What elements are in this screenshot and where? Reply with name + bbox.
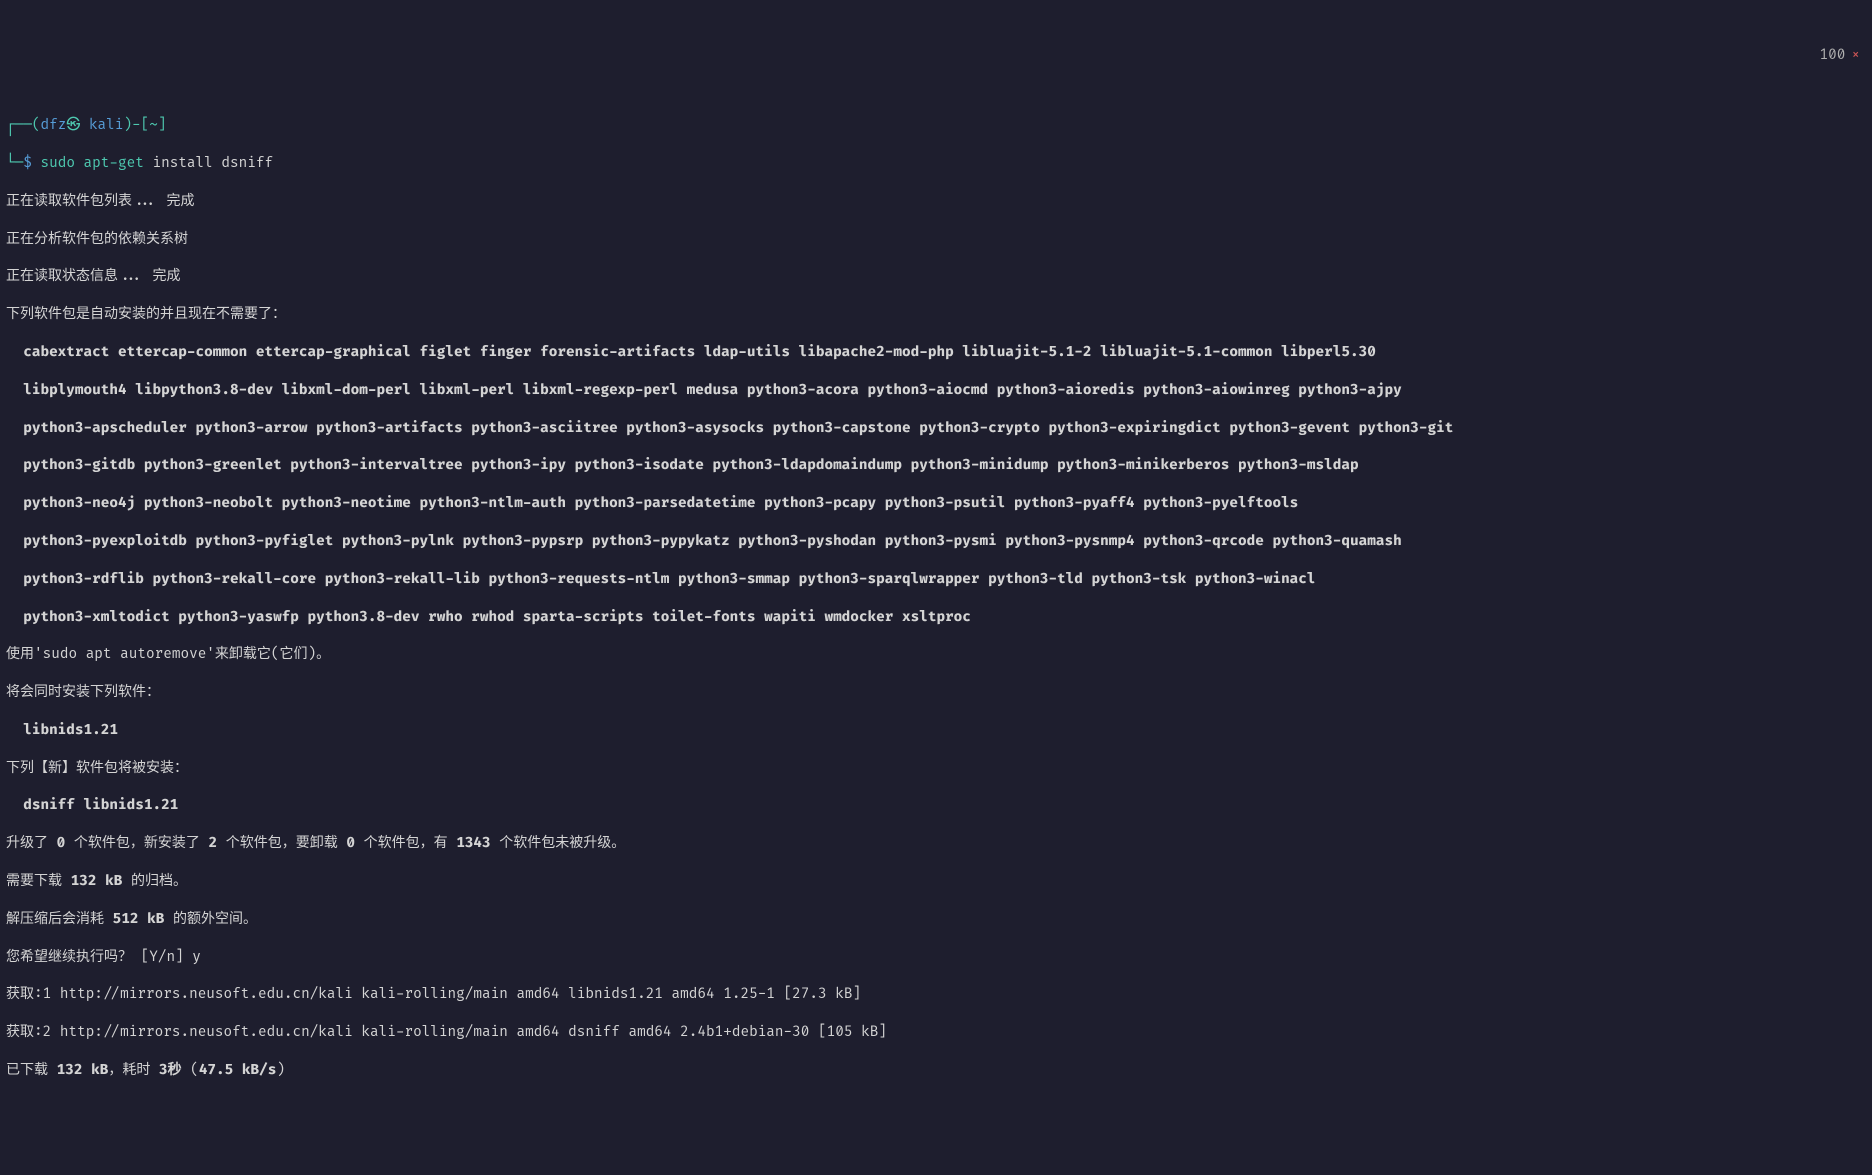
output-reading-pkg-list: 正在读取软件包列表... 完成 xyxy=(6,193,1866,212)
output-pkg-list: cabextract ettercap-common ettercap-grap… xyxy=(6,344,1866,363)
prompt-path: ~ xyxy=(149,117,158,134)
output-pkg-list: python3-rdflib python3-rekall-core pytho… xyxy=(6,571,1866,590)
output-pkg-list: python3-pyexploitdb python3-pyfiglet pyt… xyxy=(6,533,1866,552)
output-downloaded: 已下载 132 kB，耗时 3秒 (47.5 kB/s) xyxy=(6,1062,1866,1081)
output-also-install-pkgs: libnids1.21 xyxy=(6,722,1866,741)
output-new-install-header: 下列【新】软件包将被安装： xyxy=(6,760,1866,779)
output-confirm-prompt[interactable]: 您希望继续执行吗？ [Y/n] y xyxy=(6,949,1866,968)
output-pkg-list: python3-gitdb python3-greenlet python3-i… xyxy=(6,457,1866,476)
output-upgrade-summary: 升级了 0 个软件包，新安装了 2 个软件包，要卸载 0 个软件包，有 1343… xyxy=(6,835,1866,854)
output-get-2: 获取:2 http://mirrors.neusoft.edu.cn/kali … xyxy=(6,1024,1866,1043)
prompt-line-2[interactable]: └─$ sudo apt-get install dsniff xyxy=(6,155,1866,174)
output-get-1: 获取:1 http://mirrors.neusoft.edu.cn/kali … xyxy=(6,986,1866,1005)
close-icon[interactable]: × xyxy=(1851,47,1860,64)
output-reading-state: 正在读取状态信息... 完成 xyxy=(6,268,1866,287)
output-pkg-list: python3-neo4j python3-neobolt python3-ne… xyxy=(6,495,1866,514)
prompt-host: kali xyxy=(80,117,123,134)
output-after-extract: 解压缩后会消耗 512 kB 的额外空间。 xyxy=(6,911,1866,930)
output-pkg-list: libplymouth4 libpython3.8-dev libxml-dom… xyxy=(6,382,1866,401)
status-number: 100 xyxy=(1820,47,1846,64)
output-pkg-list: python3-apscheduler python3-arrow python… xyxy=(6,420,1866,439)
prompt-user: dfz xyxy=(40,117,66,134)
status-indicator: 100 × xyxy=(1802,28,1860,66)
prompt-line-1: ┌──(dfz㉿ kali)-[~] xyxy=(6,117,1866,136)
output-auto-installed-header: 下列软件包是自动安装的并且现在不需要了： xyxy=(6,306,1866,325)
output-analyzing-deps: 正在分析软件包的依赖关系树 xyxy=(6,231,1866,250)
output-also-install-header: 将会同时安装下列软件： xyxy=(6,684,1866,703)
output-need-download: 需要下载 132 kB 的归档。 xyxy=(6,873,1866,892)
output-pkg-list: python3-xmltodict python3-yaswfp python3… xyxy=(6,609,1866,628)
command-args: install dsniff xyxy=(144,155,273,172)
command-sudo: sudo apt-get xyxy=(40,155,143,172)
output-new-install-pkgs: dsniff libnids1.21 xyxy=(6,797,1866,816)
output-autoremove-hint: 使用'sudo apt autoremove'来卸载它(它们)。 xyxy=(6,646,1866,665)
